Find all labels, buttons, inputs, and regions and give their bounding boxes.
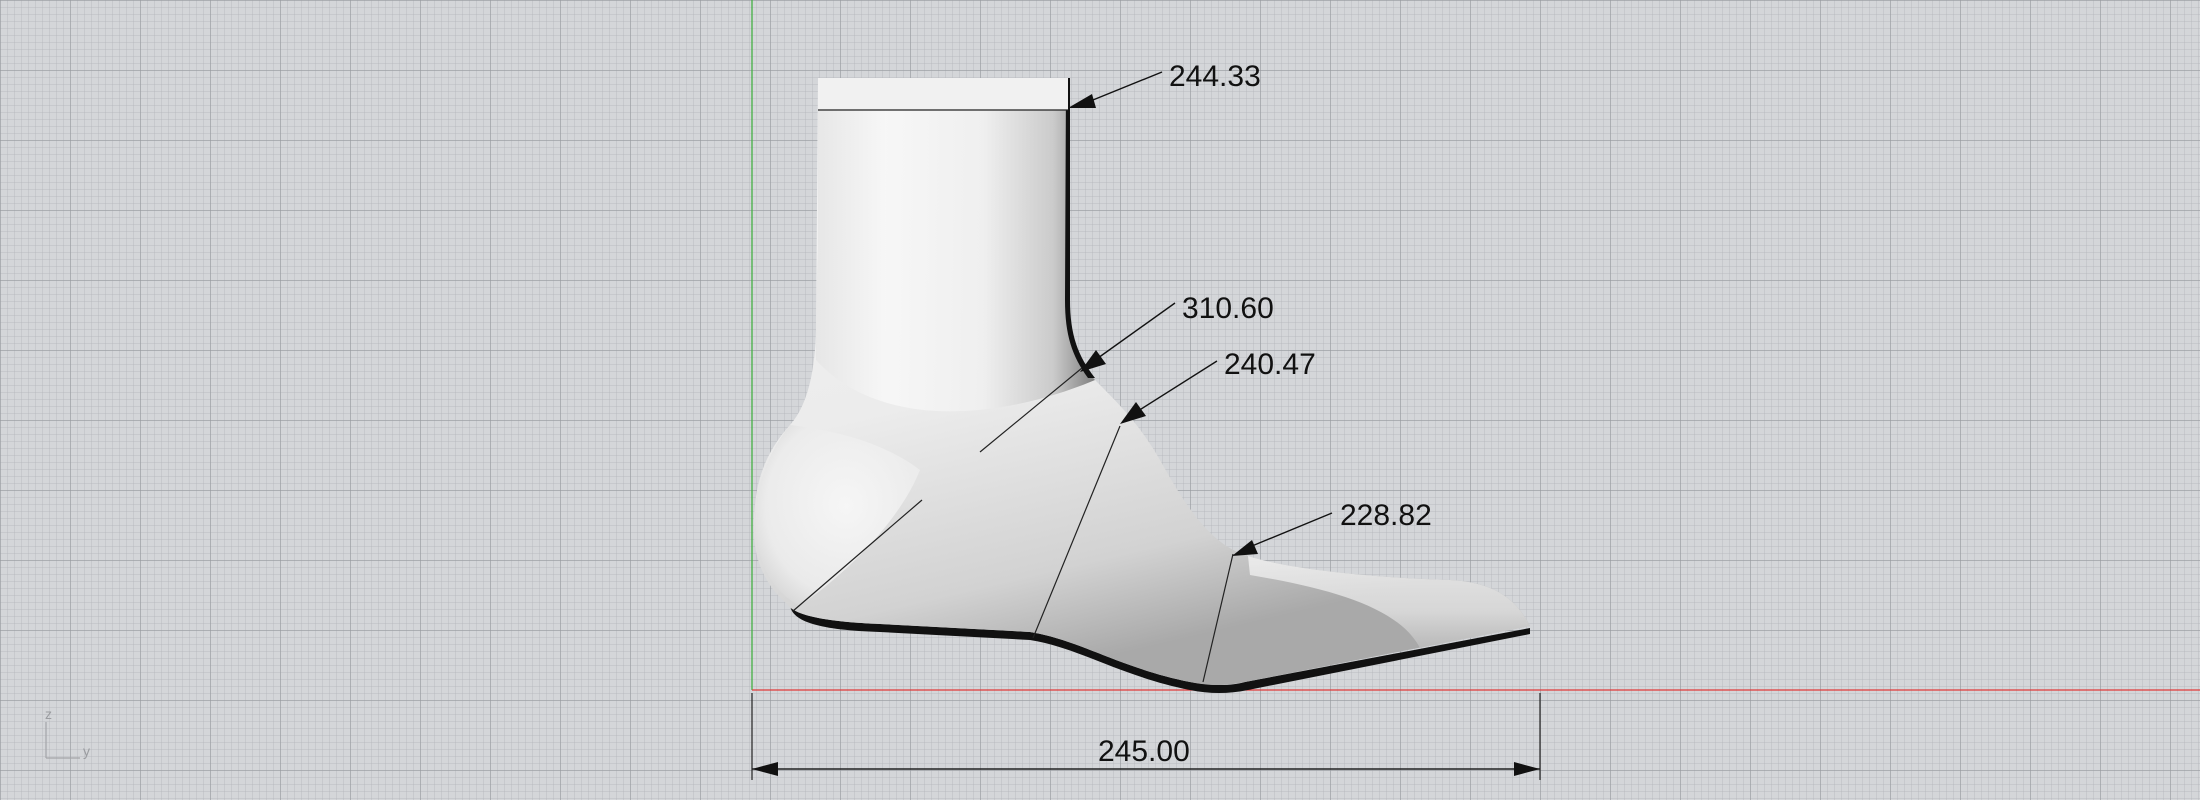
gizmo-y-label: y [83, 743, 90, 759]
rhino-viewport[interactable]: 244.33 310.60 240.47 228.82 245.00 z y [0, 0, 2200, 800]
arrowhead-left [752, 762, 778, 776]
dimension-label: 245.00 [1098, 735, 1190, 768]
arrowhead [1232, 540, 1258, 556]
leader-line [1251, 512, 1333, 547]
leg-back-edge [1065, 78, 1095, 378]
dimension-label: 310.60 [1182, 292, 1274, 325]
dimension-length[interactable]: 245.00 [751, 693, 1541, 780]
arrowhead [1068, 94, 1096, 108]
leader-line [1097, 302, 1176, 359]
dimension-label: 228.82 [1340, 499, 1432, 532]
leader-line [1087, 71, 1163, 103]
shoe-last-model[interactable] [753, 78, 1530, 693]
axis-gizmo: z y [45, 706, 90, 759]
dimension-top-girth[interactable]: 244.33 [1068, 60, 1261, 108]
last-top-rim [818, 78, 1068, 110]
dimension-label: 244.33 [1169, 60, 1261, 93]
arrowhead [1080, 350, 1106, 372]
dimension-label: 240.47 [1224, 348, 1316, 381]
scene-canvas[interactable]: 244.33 310.60 240.47 228.82 245.00 z y [0, 0, 2200, 800]
dimension-instep-girth[interactable]: 240.47 [1120, 348, 1316, 424]
arrowhead-right [1514, 762, 1540, 776]
dimension-ball-girth[interactable]: 228.82 [1232, 499, 1432, 556]
leg-shaft [816, 78, 1095, 412]
leader-line [1137, 360, 1218, 412]
gizmo-z-label: z [45, 706, 52, 722]
